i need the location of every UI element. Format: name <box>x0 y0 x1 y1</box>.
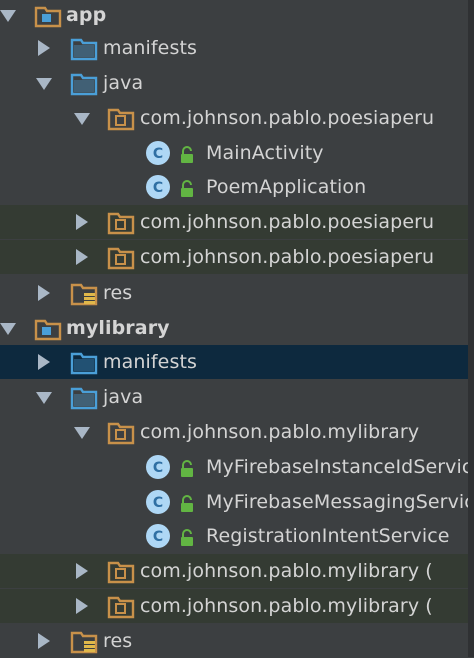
project-tree: app manifests java com.johnson.pablo.poe… <box>0 0 474 657</box>
tree-node-registration-intent[interactable]: C RegistrationIntentService <box>0 519 474 553</box>
collapsed-arrow-icon[interactable] <box>38 633 50 649</box>
resources-folder-icon <box>70 283 98 306</box>
package-folder-icon <box>107 422 135 445</box>
tree-node-label: com.johnson.pablo.mylibrary ( <box>140 560 433 582</box>
tree-node-firebase-instance-id[interactable]: C MyFirebaseInstanceIdService <box>0 450 474 484</box>
package-folder-icon <box>107 561 135 584</box>
class-icon: C <box>146 175 170 199</box>
tree-node-label: com.johnson.pablo.poesiaperu <box>140 107 435 129</box>
collapsed-arrow-icon[interactable] <box>38 354 50 370</box>
tree-node-label: mylibrary <box>66 317 170 339</box>
tree-node-label: res <box>103 630 133 652</box>
expanded-arrow-icon[interactable] <box>36 392 52 404</box>
folder-icon <box>70 352 98 375</box>
folder-icon <box>70 38 98 61</box>
lock-icon <box>181 529 193 546</box>
tree-node-app-package-main[interactable]: com.johnson.pablo.poesiaperu <box>0 101 474 135</box>
expanded-arrow-icon[interactable] <box>36 78 52 90</box>
module-folder-icon <box>34 6 62 28</box>
lock-icon <box>181 460 193 477</box>
svg-text:C: C <box>153 529 163 545</box>
tree-node-app-res[interactable]: res <box>0 276 474 310</box>
class-icon: C <box>146 141 170 165</box>
tree-node-app-manifests[interactable]: manifests <box>0 31 474 65</box>
collapsed-arrow-icon[interactable] <box>76 563 88 579</box>
package-folder-icon <box>107 247 135 270</box>
tree-node-label: com.johnson.pablo.poesiaperu <box>140 246 435 268</box>
expanded-arrow-icon[interactable] <box>74 427 90 439</box>
lock-icon <box>181 146 193 163</box>
tree-node-label: com.johnson.pablo.mylibrary <box>140 421 420 443</box>
tree-node-label: MainActivity <box>206 142 324 164</box>
svg-text:C: C <box>153 146 163 162</box>
tree-node-main-activity[interactable]: C MainActivity <box>0 136 474 170</box>
tree-node-poem-application[interactable]: C PoemApplication <box>0 170 474 204</box>
expanded-arrow-icon[interactable] <box>74 113 90 125</box>
tree-node-label: java <box>103 72 144 94</box>
tree-node-label: MyFirebaseMessagingService <box>206 491 474 513</box>
tree-node-label: manifests <box>103 351 197 373</box>
package-folder-icon <box>107 596 135 619</box>
tree-node-app-java[interactable]: java <box>0 66 474 100</box>
package-folder-icon <box>107 212 135 235</box>
lock-icon <box>181 495 193 512</box>
tree-node-label: manifests <box>103 37 197 59</box>
tree-node-label: MyFirebaseInstanceIdService <box>206 456 474 478</box>
tree-node-lib-package-test[interactable]: com.johnson.pablo.mylibrary ( <box>0 589 474 623</box>
class-icon: C <box>146 455 170 479</box>
svg-text:C: C <box>153 460 163 476</box>
tree-node-label: PoemApplication <box>206 176 367 198</box>
expanded-arrow-icon[interactable] <box>0 10 16 22</box>
expanded-arrow-icon[interactable] <box>0 323 16 335</box>
lock-icon <box>181 180 193 197</box>
collapsed-arrow-icon[interactable] <box>38 285 50 301</box>
svg-text:C: C <box>153 495 163 511</box>
tree-node-label: java <box>103 386 144 408</box>
collapsed-arrow-icon[interactable] <box>76 249 88 265</box>
tree-node-lib-manifests[interactable]: manifests <box>0 345 474 379</box>
tree-node-firebase-messaging[interactable]: C MyFirebaseMessagingService <box>0 485 474 519</box>
tree-node-label: app <box>66 4 107 26</box>
source-folder-icon <box>70 73 98 96</box>
svg-text:C: C <box>153 180 163 196</box>
package-folder-icon <box>107 108 135 131</box>
class-icon: C <box>146 524 170 548</box>
collapsed-arrow-icon[interactable] <box>76 598 88 614</box>
tree-node-label: res <box>103 282 133 304</box>
tree-node-lib-res[interactable]: res <box>0 624 474 658</box>
class-icon: C <box>146 490 170 514</box>
tree-node-label: com.johnson.pablo.mylibrary ( <box>140 595 433 617</box>
tree-node-app-package-test[interactable]: com.johnson.pablo.poesiaperu <box>0 240 474 274</box>
tree-node-app-package-android-test[interactable]: com.johnson.pablo.poesiaperu <box>0 205 474 239</box>
collapsed-arrow-icon[interactable] <box>76 214 88 230</box>
tree-node-label: com.johnson.pablo.poesiaperu <box>140 211 435 233</box>
tree-node-lib-package-main[interactable]: com.johnson.pablo.mylibrary <box>0 415 474 449</box>
collapsed-arrow-icon[interactable] <box>38 40 50 56</box>
resources-folder-icon <box>70 631 98 654</box>
tree-node-mylibrary[interactable]: mylibrary <box>0 311 474 345</box>
tree-node-lib-package-android-test[interactable]: com.johnson.pablo.mylibrary ( <box>0 554 474 588</box>
vertical-scrollbar[interactable] <box>468 0 474 657</box>
tree-node-lib-java[interactable]: java <box>0 380 474 414</box>
tree-node-label: RegistrationIntentService <box>206 525 450 547</box>
source-folder-icon <box>70 387 98 410</box>
tree-node-app[interactable]: app <box>0 0 474 32</box>
module-folder-icon <box>34 319 62 341</box>
